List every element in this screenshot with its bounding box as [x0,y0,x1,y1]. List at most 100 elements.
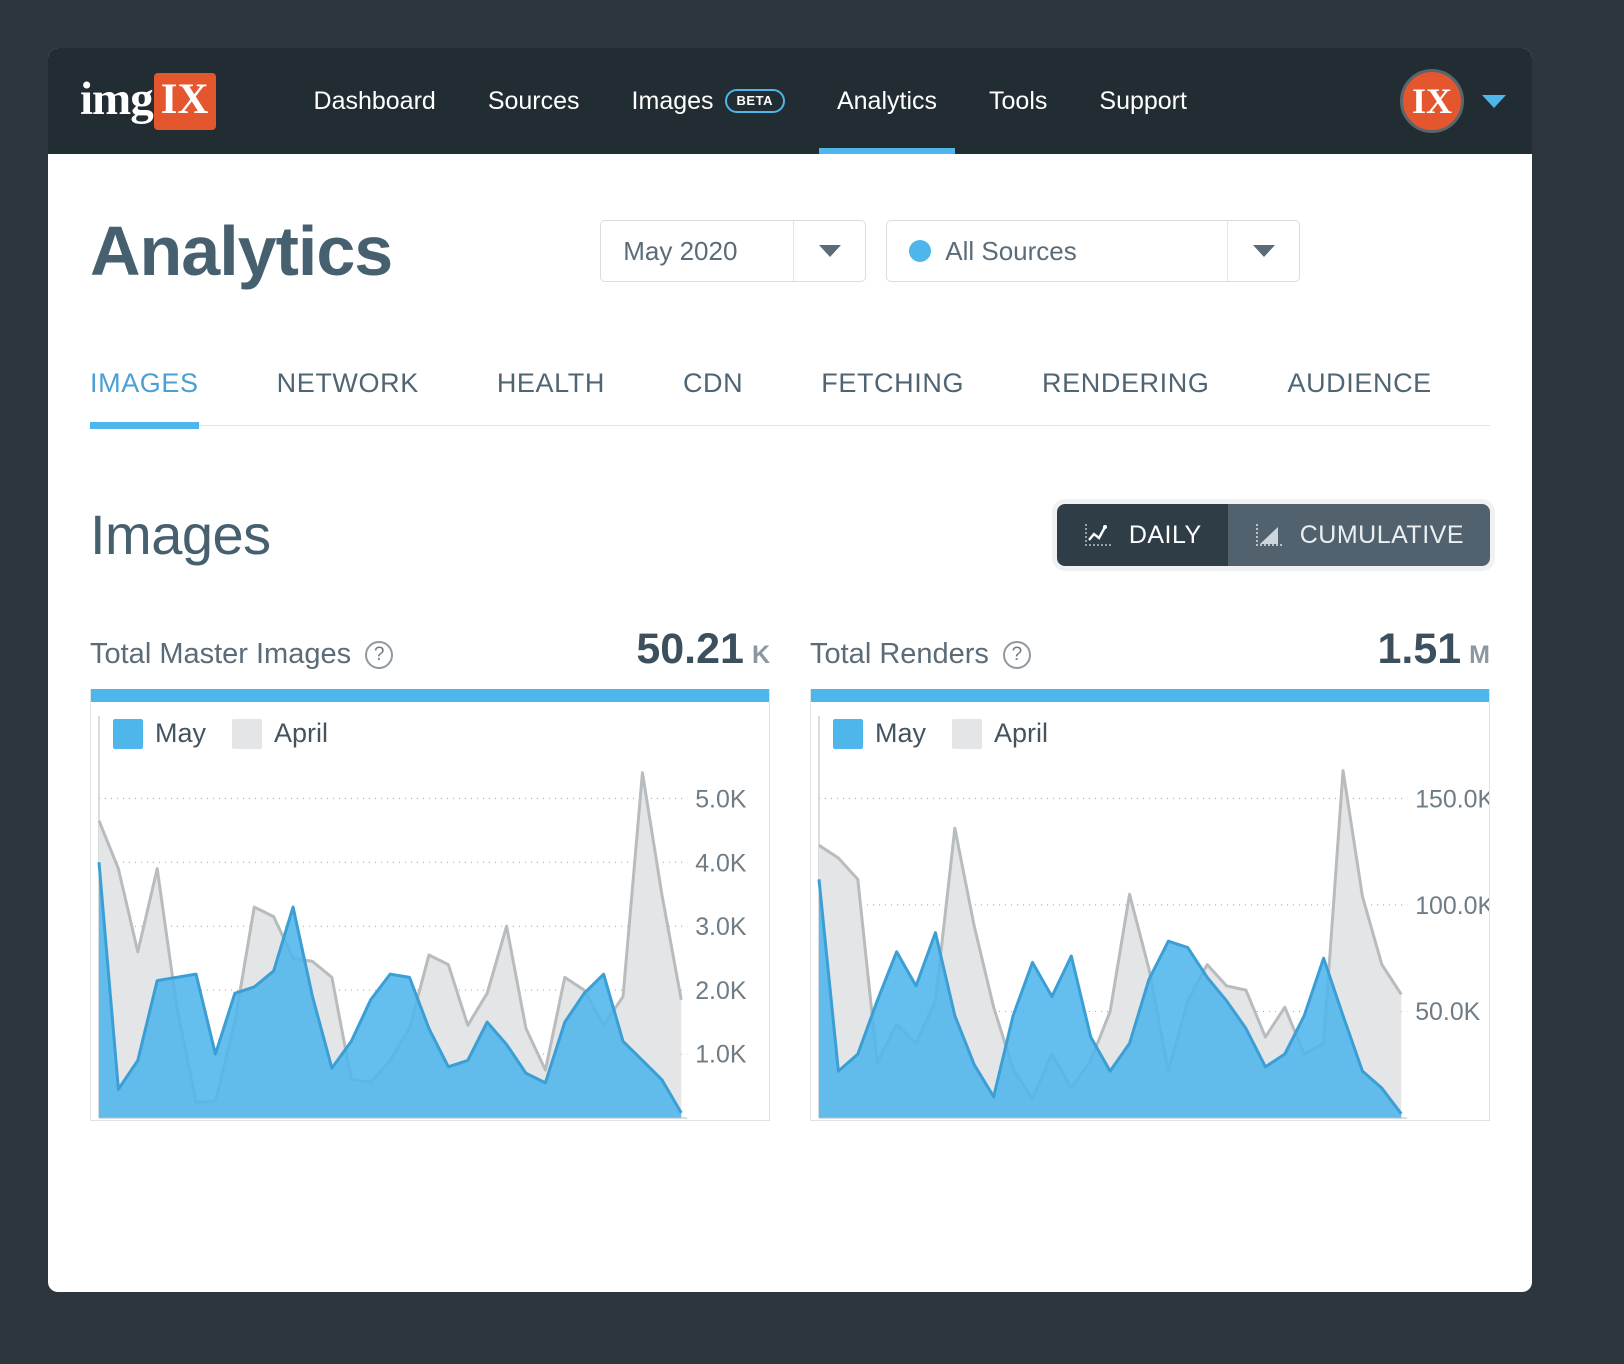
nav-item-analytics[interactable]: Analytics [811,48,963,154]
chart-card: May April 50.0K 100.0K 150.0K [810,689,1490,1121]
charts-row: Total Master Images ? 50.21 K May April … [90,628,1490,1121]
y-axis-tick-label: 4.0K [695,849,747,877]
y-axis-tick-label: 50.0K [1415,998,1480,1026]
chart-accent-bar [811,689,1489,702]
chart-block-master-images: Total Master Images ? 50.21 K May April … [90,628,770,1121]
legend-label: April [274,718,329,748]
legend-swatch-icon [952,718,983,749]
chart-legend: May April [113,718,328,749]
nav-item-support[interactable]: Support [1073,48,1213,154]
month-select[interactable]: May 2020 [600,220,867,282]
y-axis-tick-label: 3.0K [695,913,747,941]
caret-down-icon [1252,245,1275,257]
beta-badge: BETA [724,89,785,113]
source-color-dot [909,240,932,262]
nav-item-tools[interactable]: Tools [963,48,1073,154]
chart-accent-bar [91,689,769,702]
metric-value-group: 50.21 K [636,628,770,671]
y-axis-tick-label: 1.0K [695,1041,747,1069]
source-select-label: All Sources [945,235,1077,266]
nav-item-label: Sources [487,86,580,115]
nav-item-dashboard[interactable]: Dashboard [288,48,462,154]
nav-item-label: Dashboard [313,86,436,115]
y-axis-tick-label: 100.0K [1415,892,1489,920]
nav-item-label: Tools [989,86,1048,115]
chart-plot-area: May April 1.0K 2.0K 3.0K 4.0K 5.0K [91,702,769,1120]
caret-down-icon [818,245,841,257]
chart-block-renders: Total Renders ? 1.51 M May April 50.0K 1… [810,628,1490,1121]
tab-images[interactable]: IMAGES [90,368,199,429]
toggle-daily-label: DAILY [1128,520,1202,549]
legend-label: April [994,718,1049,748]
help-icon[interactable]: ? [365,640,394,669]
month-select-value: May 2020 [623,235,738,266]
chart-axis-labels: 1.0K 2.0K 3.0K 4.0K 5.0K [695,786,747,1069]
chart-plot-area: May April 50.0K 100.0K 150.0K [811,702,1489,1120]
nav-account-area: IX [1400,48,1506,154]
nav-item-sources[interactable]: Sources [462,48,606,154]
logo-badge: IX [153,72,216,130]
app-window: img IX Dashboard Sources Images BETA Ana… [48,48,1532,1292]
legend-swatch-icon [232,718,263,749]
page-content: Analytics May 2020 All Sources IMAGES NE… [48,154,1532,1292]
metric-label: Total Master Images [90,638,352,670]
legend-item-may[interactable]: May [113,718,206,749]
tab-rendering[interactable]: RENDERING [1042,368,1209,425]
toggle-daily[interactable]: DAILY [1056,504,1228,566]
nav-item-label: Images [631,86,714,115]
source-select-value: All Sources [887,221,1227,281]
section-title: Images [90,503,271,566]
imgix-logo[interactable]: img IX [80,48,216,154]
y-axis-tick-label: 150.0K [1415,786,1489,814]
source-select-arrow[interactable] [1227,221,1299,281]
line-chart-icon [1084,524,1111,546]
metric-unit: M [1469,641,1490,669]
y-axis-tick-label: 5.0K [695,786,747,814]
page-title: Analytics [90,212,393,290]
legend-item-may[interactable]: May [833,718,926,749]
help-icon[interactable]: ? [1002,640,1031,669]
metric-label: Total Renders [810,638,989,670]
metric-value-group: 1.51 M [1377,628,1490,671]
tab-cdn[interactable]: CDN [683,368,743,425]
legend-item-april[interactable]: April [232,718,328,749]
legend-item-april[interactable]: April [952,718,1048,749]
metric-label-group: Total Renders ? [810,638,1031,671]
legend-swatch-icon [833,718,863,749]
logo-wordmark: img [80,72,154,125]
toggle-cumulative-label: CUMULATIVE [1299,520,1464,549]
chart-mode-toggle: DAILY CUMULATIVE [1056,504,1490,566]
top-navbar: img IX Dashboard Sources Images BETA Ana… [48,48,1532,154]
tab-audience[interactable]: AUDIENCE [1287,368,1431,425]
area-chart-icon [1255,524,1282,546]
nav-item-images[interactable]: Images BETA [606,48,811,154]
tab-health[interactable]: HEALTH [497,368,605,425]
month-select-arrow[interactable] [793,221,865,281]
chevron-down-icon[interactable] [1482,94,1506,108]
legend-label: May [875,718,927,748]
section-header: Images DAILY CUMULATIVE [90,504,1490,566]
nav-item-label: Support [1099,86,1187,115]
metric-value: 1.51 [1377,625,1462,673]
nav-links: Dashboard Sources Images BETA Analytics … [288,48,1213,154]
legend-label: May [155,718,207,748]
tab-network[interactable]: NETWORK [277,368,419,425]
tab-fetching[interactable]: FETCHING [821,368,964,425]
avatar[interactable]: IX [1400,69,1464,133]
nav-item-label: Analytics [836,86,938,115]
filter-controls: May 2020 All Sources [600,220,1301,282]
metric-unit: K [751,641,770,669]
chart-card: May April 1.0K 2.0K 3.0K 4.0K 5.0K [90,689,770,1121]
page-header: Analytics May 2020 All Sources [90,154,1490,286]
metric-label-group: Total Master Images ? [90,638,394,671]
source-select[interactable]: All Sources [886,220,1301,282]
chart-header: Total Master Images ? 50.21 K [90,628,770,671]
chart-legend: May April [833,718,1048,749]
toggle-cumulative[interactable]: CUMULATIVE [1227,504,1490,566]
y-axis-tick-label: 2.0K [695,977,747,1005]
chart-header: Total Renders ? 1.51 M [810,628,1490,671]
legend-swatch-icon [113,718,143,749]
metric-value: 50.21 [636,625,744,673]
analytics-tabs: IMAGES NETWORK HEALTH CDN FETCHING RENDE… [90,368,1490,429]
chart-axis-labels: 50.0K 100.0K 150.0K [1415,786,1489,1026]
